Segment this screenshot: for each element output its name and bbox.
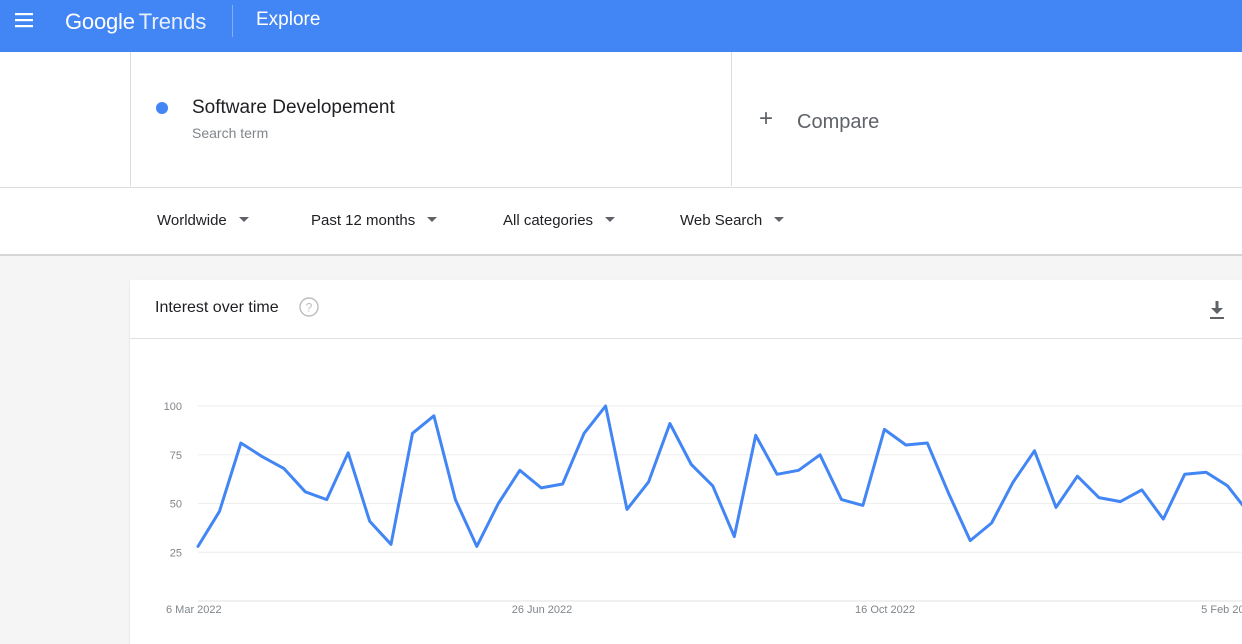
y-tick-label: 100 bbox=[164, 401, 182, 413]
interest-chart-svg: 25 50 75 100 6 Mar 2022 26 Jun 2022 16 Oct 202… bbox=[164, 401, 1242, 616]
category-label: All categories bbox=[503, 212, 594, 229]
google-trends-logo[interactable]: Google Trends bbox=[65, 7, 206, 37]
y-tick-label: 25 bbox=[170, 547, 182, 559]
card-title: Interest over time bbox=[155, 299, 279, 316]
term-color-dot bbox=[156, 102, 168, 114]
search-type-label: Web Search bbox=[680, 212, 763, 229]
compare-label: Compare bbox=[797, 111, 880, 133]
category-dropdown[interactable]: All categories bbox=[503, 211, 616, 231]
chevron-down-icon bbox=[605, 216, 616, 222]
logo-google-text: Google bbox=[65, 9, 135, 34]
y-tick-label: 50 bbox=[170, 499, 182, 511]
search-term-panel: Software Developement Search term + Comp… bbox=[0, 52, 1242, 188]
card-header: Interest over time ? bbox=[130, 280, 1242, 339]
region-label: Worldwide bbox=[157, 212, 227, 229]
download-icon[interactable] bbox=[1207, 299, 1227, 321]
interest-over-time-card: Interest over time ? 25 50 75 100 6 Mar 2022… bbox=[130, 280, 1242, 644]
x-tick-label: 6 Mar 2022 bbox=[166, 604, 222, 616]
interest-chart: 25 50 75 100 6 Mar 2022 26 Jun 2022 16 Oct 202… bbox=[130, 339, 1242, 644]
time-range-dropdown[interactable]: Past 12 months bbox=[311, 211, 438, 231]
chevron-down-icon bbox=[427, 216, 438, 222]
top-app-bar: Google Trends Explore bbox=[0, 0, 1242, 52]
time-range-label: Past 12 months bbox=[311, 212, 416, 229]
svg-text:?: ? bbox=[306, 301, 313, 315]
logo-trends-text: Trends bbox=[138, 9, 207, 34]
header-divider bbox=[232, 5, 233, 37]
series-line bbox=[196, 404, 1242, 548]
y-tick-label: 75 bbox=[170, 450, 182, 462]
compare-button[interactable]: + Compare bbox=[731, 52, 1242, 186]
nav-explore[interactable]: Explore bbox=[256, 6, 320, 34]
chevron-down-icon bbox=[238, 216, 249, 222]
filters-bar: Worldwide Past 12 months All categories … bbox=[0, 188, 1242, 256]
x-tick-label: 5 Feb 2023 bbox=[1201, 604, 1242, 616]
search-term-subtitle: Search term bbox=[192, 125, 269, 141]
help-icon[interactable]: ? bbox=[299, 297, 319, 317]
region-dropdown[interactable]: Worldwide bbox=[157, 211, 249, 231]
x-tick-label: 26 Jun 2022 bbox=[512, 604, 573, 616]
search-type-dropdown[interactable]: Web Search bbox=[680, 211, 785, 231]
search-term-card[interactable]: Software Developement Search term bbox=[130, 52, 732, 186]
chevron-down-icon bbox=[774, 216, 785, 222]
search-term-name: Software Developement bbox=[192, 97, 395, 118]
x-tick-label: 16 Oct 2022 bbox=[855, 604, 915, 616]
plus-icon: + bbox=[759, 105, 774, 132]
menu-icon[interactable] bbox=[10, 8, 40, 34]
